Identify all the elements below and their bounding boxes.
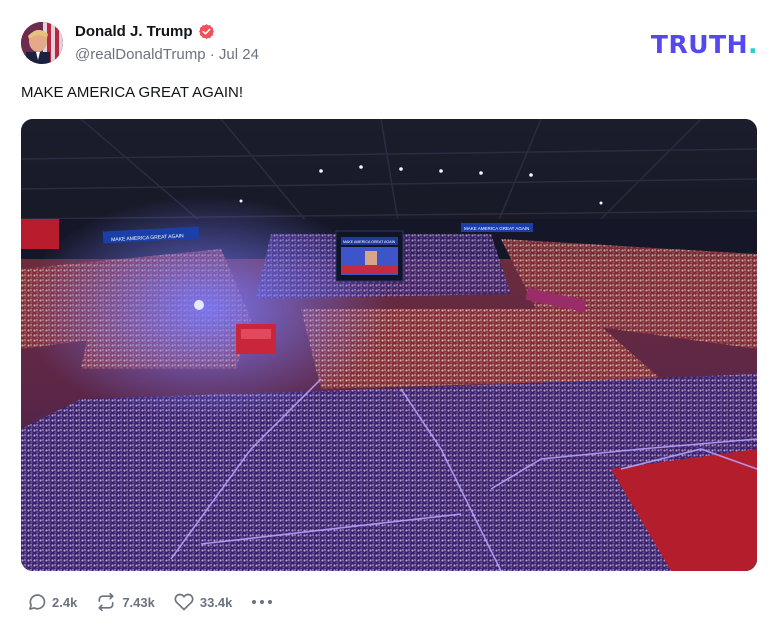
- reply-icon: [27, 592, 47, 612]
- logo-text: TRUTH: [650, 30, 748, 59]
- like-count: 33.4k: [199, 594, 233, 610]
- logo-dot: .: [748, 30, 758, 59]
- post-text: MAKE AMERICA GREAT AGAIN!: [21, 84, 244, 101]
- post-actions: 2.4k 7.43k 33.4k: [27, 592, 274, 612]
- author-meta: @realDonaldTrump · Jul 24: [75, 46, 259, 63]
- verified-badge-icon: [198, 23, 215, 40]
- meta-separator: ·: [209, 46, 219, 63]
- truth-logo[interactable]: TRUTH.: [651, 30, 758, 59]
- avatar-image: [21, 22, 63, 64]
- retruth-count: 7.43k: [122, 594, 155, 610]
- retruth-button[interactable]: 7.43k: [95, 592, 155, 612]
- post-date[interactable]: Jul 24: [219, 46, 259, 63]
- post-media-image[interactable]: MAKE AMERICA GREAT AGAIN MAKE AMERICA GR…: [21, 119, 757, 571]
- reply-count: 2.4k: [52, 594, 78, 610]
- avatar[interactable]: [21, 22, 63, 64]
- author-name-row: Donald J. Trump: [75, 23, 215, 40]
- rally-photo: MAKE AMERICA GREAT AGAIN MAKE AMERICA GR…: [21, 119, 757, 571]
- like-button[interactable]: 33.4k: [173, 592, 233, 612]
- author-handle[interactable]: @realDonaldTrump: [75, 46, 206, 63]
- heart-icon: [173, 592, 195, 612]
- more-icon[interactable]: [250, 596, 274, 608]
- author-display-name[interactable]: Donald J. Trump: [75, 23, 193, 40]
- retruth-icon: [95, 592, 117, 612]
- banner-right-text: MAKE AMERICA GREAT AGAIN: [464, 226, 529, 231]
- reply-button[interactable]: 2.4k: [27, 592, 77, 612]
- truth-post: Donald J. Trump @realDonaldTrump · Jul 2…: [0, 0, 778, 633]
- screen-banner-text: MAKE AMERICA GREAT AGAIN: [343, 240, 396, 244]
